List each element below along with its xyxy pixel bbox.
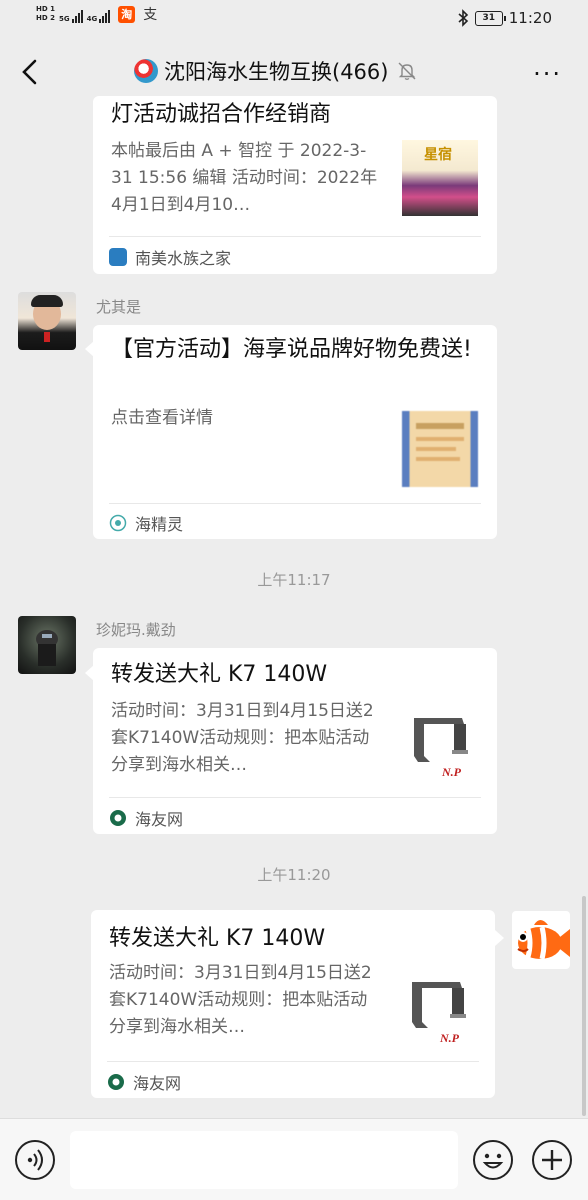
card-thumbnail: 星宿 — [402, 140, 478, 216]
card-title: 【官方活动】海享说品牌好物免费送! — [111, 337, 472, 362]
hd-indicator: HD 1 HD 2 — [36, 5, 55, 22]
svg-text:N.P: N.P — [439, 1031, 460, 1045]
card-source: 海友网 — [107, 1070, 181, 1094]
bluetooth-icon — [458, 9, 468, 27]
signal-5g-icon: 5G — [59, 5, 83, 23]
card-description: 活动时间：3月31日到4月15日送2套K7140W活动规则：把本贴活动分享到海水… — [111, 701, 374, 775]
source-app-icon — [109, 514, 127, 532]
link-card-message[interactable]: 转发送大礼 K7 140W 活动时间：3月31日到4月15日送2套K7140W活… — [91, 910, 495, 1098]
chevron-left-icon[interactable] — [18, 58, 42, 86]
avatar[interactable] — [18, 616, 76, 674]
card-source: 海精灵 — [109, 511, 183, 535]
card-title: 灯活动诚招合作经销商 — [111, 102, 332, 127]
card-title: 转发送大礼 K7 140W — [109, 926, 326, 951]
avatar[interactable] — [512, 911, 570, 969]
message-input[interactable] — [70, 1131, 458, 1189]
timestamp: 上午11:20 — [257, 866, 331, 884]
card-description: 本帖最后由 A + 智控 于 2022-3-31 15:56 编辑 活动时间：2… — [111, 141, 378, 215]
voice-icon[interactable] — [15, 1140, 55, 1180]
sender-name: 珍妮玛.戴劲 — [96, 621, 176, 639]
card-thumbnail: N.P — [400, 972, 476, 1048]
battery-icon: 31 — [474, 10, 506, 26]
alipay-icon: 支 — [143, 7, 158, 23]
status-bar: HD 1 HD 2 5G 4G 淘 支 31 11:20 — [0, 0, 588, 38]
thumbnail-logo-text: 星宿 — [424, 147, 452, 163]
chat-title[interactable]: 沈阳海水生物互换(466) — [164, 56, 388, 86]
card-thumbnail — [402, 411, 478, 487]
source-app-icon — [108, 1074, 124, 1090]
chat-input-bar — [0, 1118, 588, 1200]
lamp-image: N.P — [412, 982, 466, 1045]
clownfish-avatar-icon — [517, 920, 570, 960]
card-source: 海友网 — [109, 806, 183, 830]
card-title: 转发送大礼 K7 140W — [111, 662, 328, 687]
timestamp: 上午11:17 — [257, 571, 331, 589]
plus-icon[interactable] — [532, 1140, 572, 1180]
lamp-image: N.P — [414, 718, 468, 779]
card-thumbnail: N.P — [402, 706, 478, 782]
emoji-icon[interactable] — [473, 1140, 513, 1180]
taobao-icon: 淘 — [118, 5, 136, 23]
scrollbar[interactable] — [582, 896, 586, 1116]
more-options-button[interactable]: ··· — [533, 60, 562, 88]
card-source: 南美水族之家 — [109, 245, 231, 269]
link-card-message[interactable]: 转发送大礼 K7 140W 活动时间：3月31日到4月15日送2套K7140W活… — [93, 648, 497, 834]
svg-text:N.P: N.P — [441, 765, 462, 779]
card-description: 点击查看详情 — [111, 408, 213, 428]
source-app-icon — [110, 810, 126, 826]
link-card-message[interactable]: 【官方活动】海享说品牌好物免费送! 点击查看详情 海精灵 — [93, 325, 497, 539]
group-emoji-icon — [134, 59, 158, 83]
status-time: 11:20 — [508, 9, 552, 27]
sender-name: 尤其是 — [96, 298, 142, 316]
signal-4g-icon: 4G — [87, 5, 111, 23]
card-description: 活动时间：3月31日到4月15日送2套K7140W活动规则：把本贴活动分享到海水… — [109, 963, 372, 1037]
avatar[interactable] — [18, 292, 76, 350]
source-app-icon — [109, 248, 127, 266]
bell-off-icon — [398, 62, 416, 80]
link-card-message[interactable]: 灯活动诚招合作经销商 本帖最后由 A + 智控 于 2022-3-31 15:5… — [93, 96, 497, 274]
